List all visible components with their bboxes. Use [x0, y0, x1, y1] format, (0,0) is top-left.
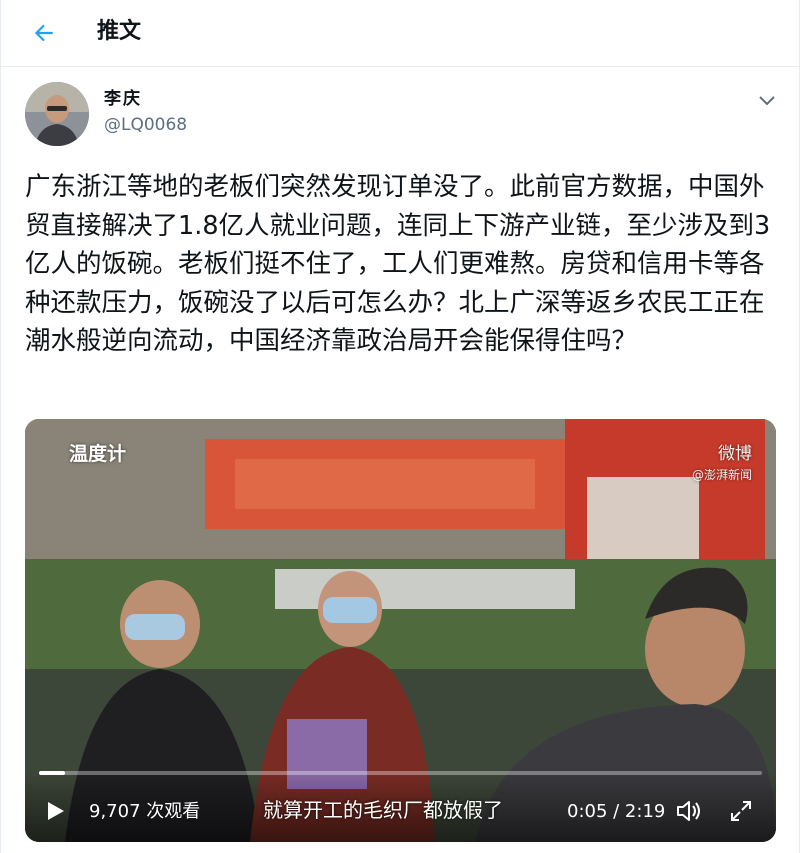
playback-time: 0:05 / 2:19: [567, 801, 666, 822]
weibo-watermark: 微博: [718, 444, 752, 464]
progress-fill: [39, 771, 66, 775]
video-player[interactable]: 温度计 微博 @澎湃新闻 9,707 次观看 就算开工的毛织厂都放假了 0:05…: [25, 419, 776, 842]
avatar-image: [25, 82, 89, 146]
view-count: 9,707 次观看: [89, 801, 201, 822]
tweet-text: 广东浙江等地的老板们突然发现订单没了。此前官方数据，中国外贸直接解决了1.8亿人…: [25, 172, 771, 356]
top-bar: 推文: [1, 0, 800, 67]
back-arrow-icon[interactable]: [31, 20, 57, 46]
watermark-source: @澎湃新闻: [691, 468, 752, 482]
author-name[interactable]: 李庆: [104, 88, 142, 110]
chevron-down-icon[interactable]: [755, 90, 779, 110]
play-icon[interactable]: [43, 799, 67, 823]
video-subtitle: 就算开工的毛织厂都放假了: [263, 798, 503, 822]
avatar[interactable]: [25, 82, 89, 146]
tweet-page: 推文 李庆 @LQ0068 广东浙江等地的老板们突然发现订单没了。此前官方数据，…: [0, 0, 800, 853]
watermark-right: 微博 @澎湃新闻: [692, 439, 752, 483]
volume-icon[interactable]: [675, 798, 703, 824]
watermark-left: 温度计: [69, 443, 127, 465]
page-title: 推文: [97, 19, 142, 44]
fullscreen-icon[interactable]: [729, 799, 753, 823]
author-handle[interactable]: @LQ0068: [104, 114, 187, 136]
progress-bar[interactable]: [39, 771, 762, 775]
